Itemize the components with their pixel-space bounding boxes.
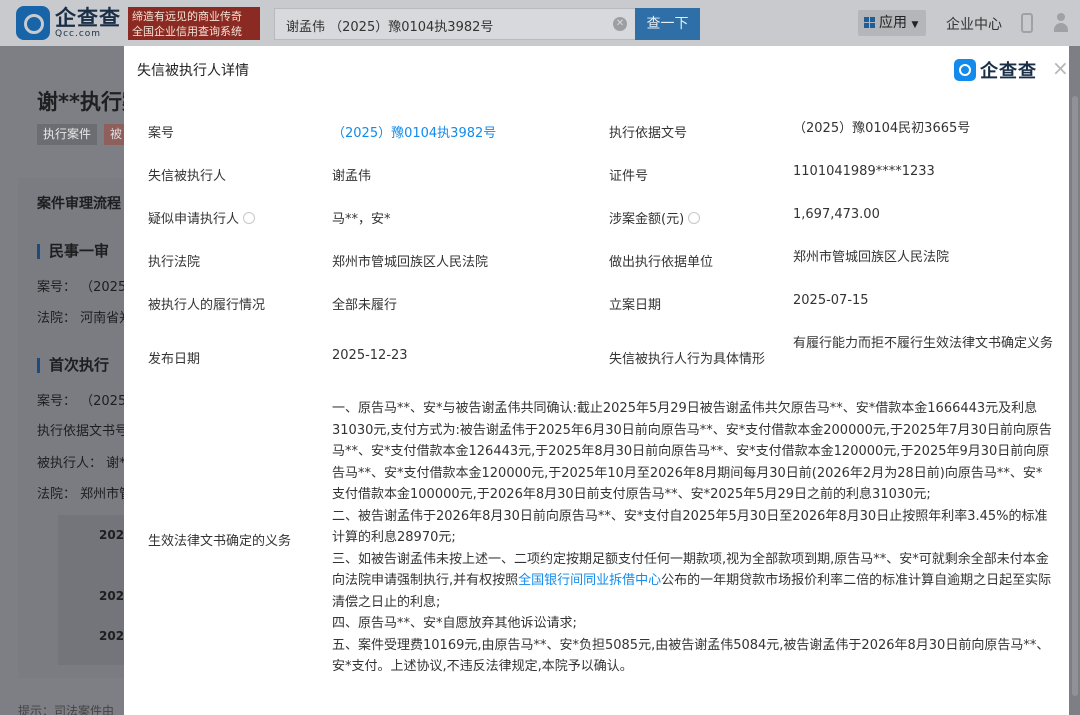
- logo-text: 企查查: [55, 5, 121, 30]
- applicant-value: 马**，安*: [332, 212, 391, 227]
- civil-court: 法院： 河南省郑: [37, 311, 133, 326]
- site-logo[interactable]: 企查查 Qcc.com: [16, 6, 121, 40]
- case-type-tag: 执行案件: [37, 124, 98, 145]
- close-icon[interactable]: ×: [1052, 58, 1069, 78]
- id-number-label: 证件号: [609, 169, 649, 184]
- modal-logo: 企查查: [954, 57, 1037, 83]
- dishonest-behavior-value: 有履行能力而拒不履行生效法律文书确定义务: [793, 336, 1054, 351]
- apps-label: 应用: [879, 15, 907, 31]
- top-navigation-bar: 企查查 Qcc.com 缔造有远见的商业传奇 全国企业信用查询系统 谢孟伟 （2…: [0, 0, 1080, 46]
- process-section-execution: 首次执行: [37, 358, 109, 373]
- modal-header: 失信被执行人详情 企查查 ×: [124, 46, 1069, 94]
- civil-case-number: 案号： （2025): [37, 280, 132, 295]
- page-scrollbar[interactable]: [1072, 96, 1078, 696]
- execution-basis: 执行依据文书号: [37, 424, 129, 439]
- amount-label-text: 涉案金额(元): [609, 212, 685, 227]
- enterprise-center-link[interactable]: 企业中心: [946, 14, 1002, 34]
- filing-date-value: 2025-07-15: [793, 293, 869, 308]
- apps-grid-icon: [864, 17, 875, 28]
- duty-clause-3: 三、如被告谢孟伟未按上述一、二项约定按期足额支付任何一期款项,视为全部款项到期,…: [332, 549, 1054, 614]
- info-icon[interactable]: [688, 212, 701, 224]
- qcc-logo-icon: [954, 59, 976, 81]
- basis-issuer-label: 做出执行依据单位: [609, 255, 714, 270]
- duty-clause-2: 二、被告谢孟伟于2026年8月30日前向原告马**、安*支付自2025年5月30…: [332, 508, 1048, 546]
- execution-party: 被执行人： 谢*: [37, 456, 126, 471]
- page-hint: 提示：司法案件由: [18, 704, 115, 715]
- chevron-down-icon: ▼: [911, 20, 919, 30]
- duty-clause-1: 一、原告马**、安*与被告谢孟伟共同确认:截止2025年5月29日被告谢孟伟共欠…: [332, 401, 1052, 502]
- applicant-label: 疑似申请执行人: [148, 208, 256, 227]
- basis-doc-number-value: （2025）豫0104民初3665号: [793, 121, 971, 136]
- amount-label: 涉案金额(元): [609, 208, 701, 227]
- slogan-banner: 缔造有远见的商业传奇 全国企业信用查询系统: [128, 7, 260, 40]
- duty-clause-5: 五、案件受理费10169元,由原告马**、安*负担5085元,由被告谢孟伟508…: [332, 637, 1050, 675]
- modal-title: 失信被执行人详情: [137, 63, 249, 79]
- apps-menu-button[interactable]: 应用 ▼: [858, 10, 926, 36]
- publish-date-value: 2025-12-23: [332, 348, 408, 363]
- search-input[interactable]: 谢孟伟 （2025）豫0104执3982号 ✕: [274, 8, 636, 40]
- modal-logo-text: 企查查: [980, 61, 1037, 82]
- legal-duty-text: 一、原告马**、安*与被告谢孟伟共同确认:截止2025年5月29日被告谢孟伟共欠…: [332, 398, 1054, 678]
- user-avatar-icon[interactable]: [1054, 13, 1068, 33]
- execution-case-number: 案号： （2025): [37, 394, 132, 409]
- legal-duty-label: 生效法律文书确定的义务: [148, 534, 292, 549]
- logo-domain: Qcc.com: [55, 28, 102, 39]
- case-number-link[interactable]: （2025）豫0104执3982号: [332, 122, 496, 141]
- case-status-tag: 被: [104, 124, 124, 145]
- process-title: 案件审理流程: [37, 196, 121, 212]
- dishonest-debtor-label: 失信被执行人: [148, 169, 227, 184]
- process-section-civil: 民事一审: [37, 244, 109, 259]
- basis-issuer-value: 郑州市管城回族区人民法院: [793, 250, 950, 265]
- info-icon[interactable]: [243, 212, 256, 224]
- interbank-center-link[interactable]: 全国银行间同业拆借中心: [518, 573, 661, 588]
- execution-court-label: 执行法院: [148, 255, 201, 270]
- search-button[interactable]: 查一下: [635, 8, 700, 40]
- execution-court-value: 郑州市管城回族区人民法院: [332, 255, 489, 270]
- slogan-line-2: 全国企业信用查询系统: [132, 25, 242, 38]
- dishonest-debtor-detail-modal: 失信被执行人详情 企查查 × 案号 （2025）豫0104执3982号 执行依据…: [124, 46, 1069, 715]
- amount-value: 1,697,473.00: [793, 207, 880, 222]
- basis-doc-number-label: 执行依据文号: [609, 126, 688, 141]
- id-number-value: 1101041989****1233: [793, 164, 935, 179]
- performance-label: 被执行人的履行情况: [148, 298, 266, 313]
- applicant-label-text: 疑似申请执行人: [148, 212, 240, 227]
- slogan-line-1: 缔造有远见的商业传奇: [132, 10, 242, 23]
- execution-court: 法院： 郑州市管: [37, 487, 133, 502]
- search-query: 谢孟伟 （2025）豫0104执3982号: [286, 20, 494, 35]
- performance-value: 全部未履行: [332, 298, 398, 313]
- case-number-label: 案号: [148, 126, 175, 141]
- qcc-logo-icon: [16, 6, 50, 40]
- dishonest-behavior-label: 失信被执行人行为具体情形: [609, 352, 766, 367]
- clear-search-icon[interactable]: ✕: [613, 17, 627, 31]
- mobile-app-icon[interactable]: [1021, 13, 1033, 33]
- dishonest-debtor-value: 谢孟伟: [332, 169, 372, 184]
- filing-date-label: 立案日期: [609, 298, 662, 313]
- publish-date-label: 发布日期: [148, 352, 201, 367]
- duty-clause-4: 四、原告马**、安*自愿放弃其他诉讼请求;: [332, 616, 577, 631]
